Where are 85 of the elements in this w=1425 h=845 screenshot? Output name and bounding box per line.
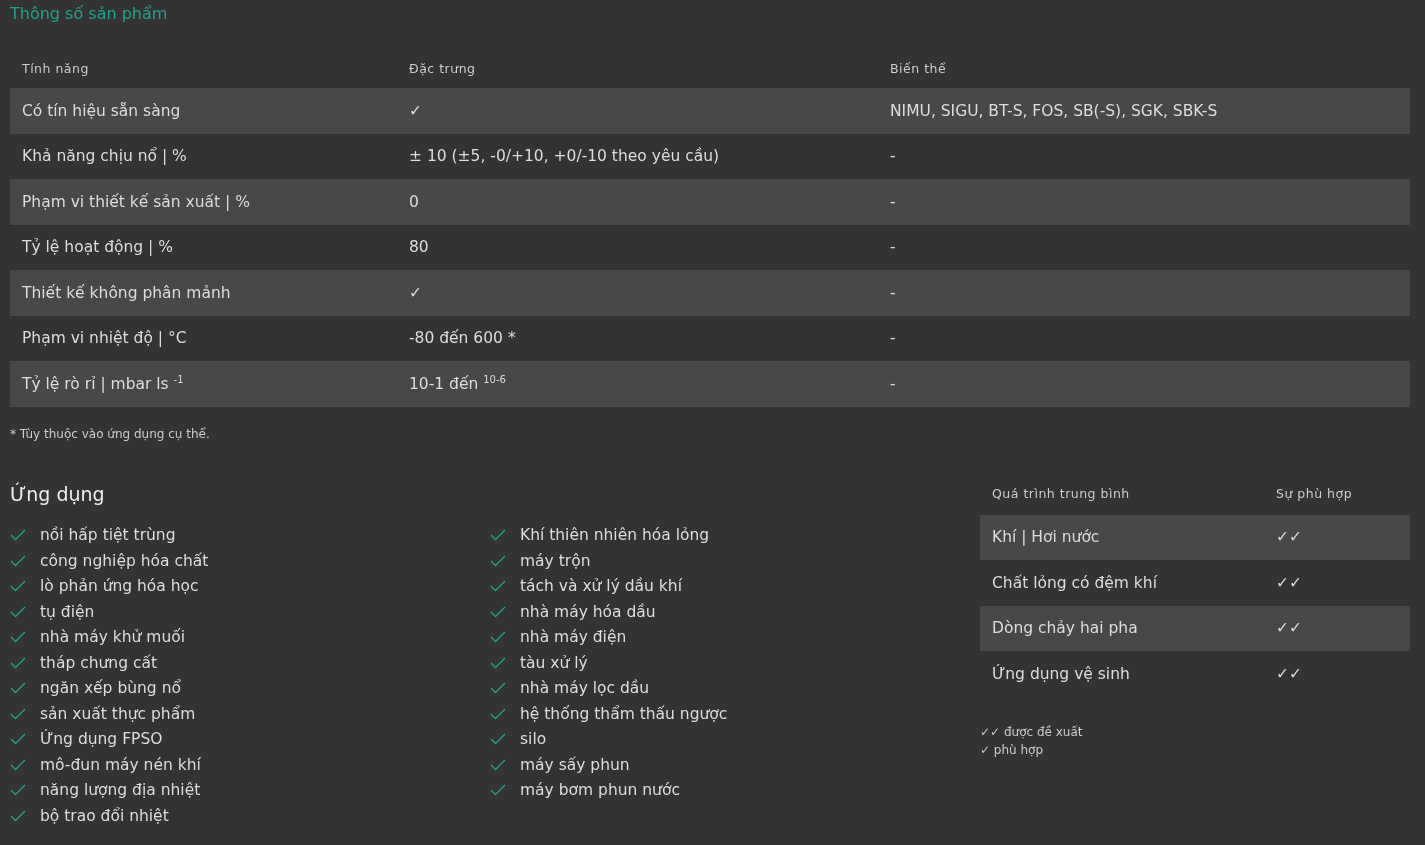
application-item: Khí thiên nhiên hóa lỏng bbox=[520, 526, 710, 545]
table-cell: Có tín hiệu sẵn sàng bbox=[10, 88, 397, 134]
table-cell: Phạm vi nhiệt độ | °C bbox=[10, 315, 397, 361]
check-icon bbox=[490, 605, 506, 618]
check-icon bbox=[490, 733, 506, 746]
legend-text: ✓✓ được đề xuất bbox=[980, 723, 1084, 741]
table-cell: Tỷ lệ hoạt động | % bbox=[10, 224, 397, 270]
table-cell: ✓✓ bbox=[1264, 560, 1410, 606]
table-cell: ✓ bbox=[397, 270, 878, 316]
table-cell: Tỷ lệ rò rỉ | mbar ls $^{-1}$ bbox=[10, 361, 397, 407]
table-cell: - bbox=[878, 179, 1410, 225]
column-header: Sự phù hợp bbox=[1275, 485, 1354, 503]
table-cell: ✓✓ bbox=[1264, 605, 1410, 651]
table-cell: ✓✓ bbox=[1264, 514, 1410, 560]
footnote: * Tùy thuộc vào ứng dụng cụ thể. bbox=[10, 426, 211, 441]
application-item: Ứng dụng FPSO bbox=[40, 730, 163, 749]
application-item: nhà máy lọc dầu bbox=[520, 679, 650, 698]
check-icon bbox=[10, 605, 26, 618]
check-icon bbox=[10, 758, 26, 771]
application-item: lò phản ứng hóa học bbox=[40, 577, 199, 596]
application-item: công nghiệp hóa chất bbox=[40, 551, 209, 570]
column-header: Biến thể bbox=[878, 48, 1410, 88]
table-cell: Khí | Hơi nước bbox=[980, 514, 1264, 560]
table-cell: Chất lỏng có đệm khí bbox=[980, 560, 1264, 606]
application-item: silo bbox=[520, 730, 547, 749]
table-cell: ✓✓ bbox=[1264, 651, 1410, 697]
check-icon bbox=[10, 656, 26, 669]
check-icon bbox=[10, 682, 26, 695]
check-icon bbox=[490, 707, 506, 720]
table-cell: Ứng dụng vệ sinh bbox=[980, 651, 1264, 697]
section-heading: Ứng dụng bbox=[10, 482, 106, 505]
table-cell: Phạm vi thiết kế sản xuất | % bbox=[10, 179, 397, 225]
table-cell: Khả năng chịu nổ | % bbox=[10, 133, 397, 179]
check-icon bbox=[490, 784, 506, 797]
table-cell: NIMU, SIGU, BT-S, FOS, SB(-S), SGK, SBK-S bbox=[878, 88, 1410, 134]
table-cell: ✓ bbox=[397, 88, 878, 134]
application-item: tụ điện bbox=[40, 602, 95, 621]
table-cell: - bbox=[878, 315, 1410, 361]
check-icon bbox=[10, 809, 26, 822]
application-item: sản xuất thực phẩm bbox=[40, 704, 196, 723]
table-cell: - bbox=[878, 361, 1410, 407]
application-item: hệ thống thẩm thấu ngược bbox=[520, 704, 728, 723]
table-cell: 10-1 đến $^{10-6}$ bbox=[397, 361, 878, 407]
table-cell: - bbox=[878, 270, 1410, 316]
check-icon bbox=[10, 784, 26, 797]
check-icon bbox=[490, 758, 506, 771]
check-icon bbox=[10, 631, 26, 644]
application-item: nồi hấp tiệt trùng bbox=[40, 526, 176, 545]
check-icon bbox=[490, 580, 506, 593]
check-icon bbox=[10, 733, 26, 746]
column-header: Quá trình trung bình bbox=[991, 485, 1131, 503]
table-cell: ± 10 (±5, -0/+10, +0/-10 theo yêu cầu) bbox=[397, 133, 878, 179]
application-item: nhà máy khử muối bbox=[40, 628, 186, 647]
application-item: tháp chưng cất bbox=[40, 653, 158, 672]
table-cell: 80 bbox=[397, 224, 878, 270]
application-item: máy bơm phun nước bbox=[520, 781, 680, 800]
check-icon bbox=[10, 707, 26, 720]
application-item: tách và xử lý dầu khí bbox=[520, 577, 682, 596]
check-icon bbox=[490, 631, 506, 644]
application-item: bộ trao đổi nhiệt bbox=[40, 806, 169, 825]
check-icon bbox=[490, 682, 506, 695]
table-cell: -80 đến 600 * bbox=[397, 315, 878, 361]
application-item: tàu xử lý bbox=[520, 653, 588, 672]
application-item: ngăn xếp bùng nổ bbox=[40, 679, 181, 698]
table-cell: - bbox=[878, 224, 1410, 270]
application-item: năng lượng địa nhiệt bbox=[40, 781, 201, 800]
application-item: nhà máy hóa dầu bbox=[520, 602, 656, 621]
column-header: Tính năng bbox=[10, 48, 397, 88]
table-cell: Dòng chảy hai pha bbox=[980, 605, 1264, 651]
check-icon bbox=[10, 529, 26, 542]
table-cell: - bbox=[878, 133, 1410, 179]
check-icon bbox=[10, 554, 26, 567]
check-icon bbox=[490, 554, 506, 567]
table-cell: Thiết kế không phân mảnh bbox=[10, 270, 397, 316]
application-item: nhà máy điện bbox=[520, 628, 627, 647]
application-item: máy sấy phun bbox=[520, 755, 630, 774]
check-icon bbox=[490, 656, 506, 669]
check-icon bbox=[490, 529, 506, 542]
application-item: máy trộn bbox=[520, 551, 591, 570]
column-header: Đặc trưng bbox=[397, 48, 878, 88]
section-title: Thông số sản phẩm bbox=[10, 3, 169, 25]
check-icon bbox=[10, 580, 26, 593]
application-item: mô-đun máy nén khí bbox=[40, 755, 201, 774]
legend-text: ✓ phù hợp bbox=[980, 741, 1045, 759]
table-cell: 0 bbox=[397, 179, 878, 225]
